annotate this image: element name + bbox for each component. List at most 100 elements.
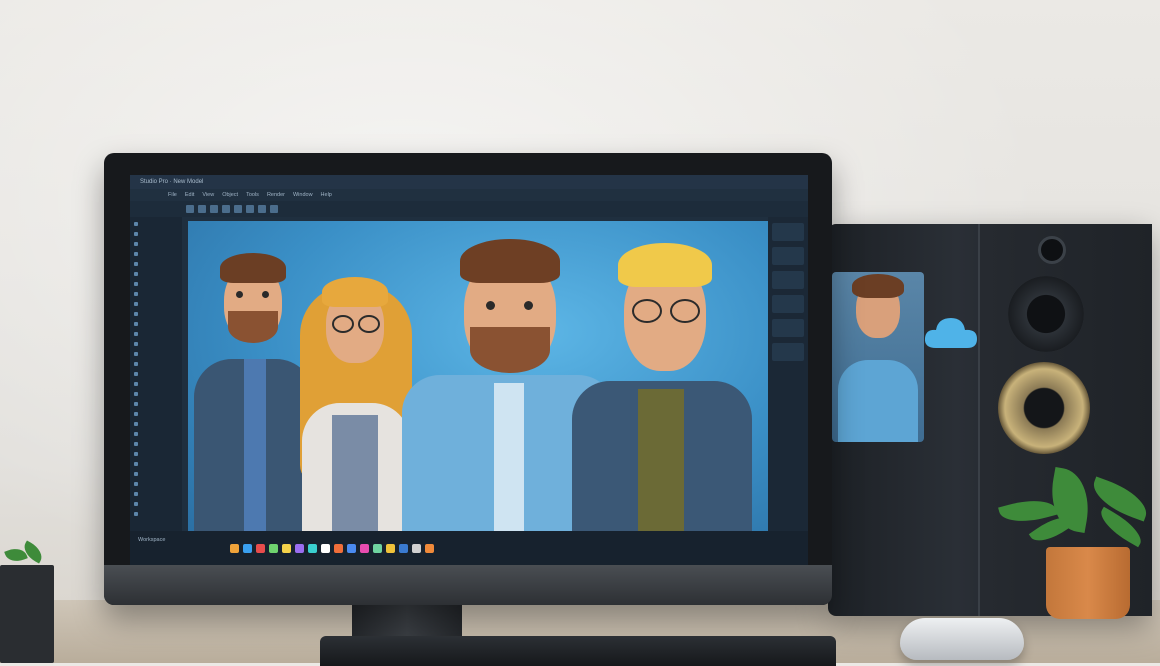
panel-item[interactable] bbox=[134, 239, 178, 249]
taskbar-app-icon[interactable] bbox=[386, 543, 395, 553]
panel-item[interactable] bbox=[134, 399, 178, 409]
panel-item-icon bbox=[134, 292, 138, 296]
taskbar-app-icon[interactable] bbox=[347, 543, 356, 553]
panel-item[interactable] bbox=[134, 299, 178, 309]
taskbar-app-icon[interactable] bbox=[256, 543, 265, 553]
panel-item[interactable] bbox=[134, 499, 178, 509]
panel-item[interactable] bbox=[134, 479, 178, 489]
panel-block[interactable] bbox=[772, 343, 804, 361]
panel-item[interactable] bbox=[134, 489, 178, 499]
panel-item[interactable] bbox=[134, 289, 178, 299]
monitor: Studio Pro · New Model File Edit View Ob… bbox=[104, 153, 832, 605]
sticker-body bbox=[838, 360, 918, 442]
panel-item[interactable] bbox=[134, 329, 178, 339]
panel-item[interactable] bbox=[134, 259, 178, 269]
panel-item[interactable] bbox=[134, 269, 178, 279]
panel-item[interactable] bbox=[134, 229, 178, 239]
right-panel bbox=[768, 217, 808, 555]
taskbar-app-icon[interactable] bbox=[373, 543, 382, 553]
panel-item[interactable] bbox=[134, 379, 178, 389]
tool-button[interactable] bbox=[234, 205, 242, 213]
taskbar-app-icon[interactable] bbox=[399, 543, 408, 553]
panel-item[interactable] bbox=[134, 369, 178, 379]
menu-item[interactable]: Window bbox=[293, 189, 313, 201]
panel-item-icon bbox=[134, 352, 138, 356]
panel-item-icon bbox=[134, 262, 138, 266]
taskbar bbox=[130, 531, 808, 565]
panel-item-icon bbox=[134, 382, 138, 386]
render-canvas[interactable] bbox=[188, 221, 768, 537]
menu-item[interactable]: Help bbox=[321, 189, 332, 201]
menu-item[interactable]: Tools bbox=[246, 189, 259, 201]
glasses-icon bbox=[358, 315, 380, 333]
avatar-shirt bbox=[244, 359, 266, 537]
taskbar-app-icon[interactable] bbox=[295, 543, 304, 553]
panel-block[interactable] bbox=[772, 247, 804, 265]
taskbar-app-icon[interactable] bbox=[230, 543, 239, 553]
panel-item[interactable] bbox=[134, 429, 178, 439]
panel-item-icon bbox=[134, 492, 138, 496]
panel-item[interactable] bbox=[134, 419, 178, 429]
panel-item[interactable] bbox=[134, 249, 178, 259]
taskbar-app-icon[interactable] bbox=[425, 543, 434, 553]
panel-item[interactable] bbox=[134, 309, 178, 319]
panel-item[interactable] bbox=[134, 459, 178, 469]
taskbar-app-icon[interactable] bbox=[308, 543, 317, 553]
avatar-beard bbox=[228, 311, 278, 343]
panel-item[interactable] bbox=[134, 219, 178, 229]
tool-button[interactable] bbox=[198, 205, 206, 213]
tool-button[interactable] bbox=[210, 205, 218, 213]
panel-item[interactable] bbox=[134, 349, 178, 359]
menu-item[interactable]: File bbox=[168, 189, 177, 201]
panel-block[interactable] bbox=[772, 319, 804, 337]
panel-block[interactable] bbox=[772, 223, 804, 241]
taskbar-app-icon[interactable] bbox=[282, 543, 291, 553]
panel-item-icon bbox=[134, 322, 138, 326]
panel-block[interactable] bbox=[772, 295, 804, 313]
small-plant-pot bbox=[0, 565, 54, 663]
toolbar bbox=[130, 201, 808, 217]
panel-item[interactable] bbox=[134, 279, 178, 289]
panel-item-icon bbox=[134, 502, 138, 506]
panel-item-icon bbox=[134, 282, 138, 286]
avatar-eye bbox=[236, 291, 243, 298]
tool-button[interactable] bbox=[186, 205, 194, 213]
tool-button[interactable] bbox=[270, 205, 278, 213]
taskbar-app-icon[interactable] bbox=[334, 543, 343, 553]
panel-block[interactable] bbox=[772, 271, 804, 289]
panel-item[interactable] bbox=[134, 449, 178, 459]
taskbar-app-icon[interactable] bbox=[269, 543, 278, 553]
speaker-woofer bbox=[998, 362, 1090, 454]
avatar-eye bbox=[486, 301, 495, 310]
panel-item[interactable] bbox=[134, 409, 178, 419]
taskbar-app-icon[interactable] bbox=[321, 543, 330, 553]
panel-item[interactable] bbox=[134, 359, 178, 369]
panel-item[interactable] bbox=[134, 509, 178, 519]
panel-item-icon bbox=[134, 452, 138, 456]
tool-button[interactable] bbox=[258, 205, 266, 213]
panel-item[interactable] bbox=[134, 469, 178, 479]
panel-item[interactable] bbox=[134, 339, 178, 349]
taskbar-app-icon[interactable] bbox=[412, 543, 421, 553]
portrait-sticker bbox=[832, 272, 924, 442]
panel-item-icon bbox=[134, 302, 138, 306]
mouse bbox=[900, 618, 1024, 660]
taskbar-app-icon[interactable] bbox=[360, 543, 369, 553]
panel-item[interactable] bbox=[134, 439, 178, 449]
tool-button[interactable] bbox=[222, 205, 230, 213]
panel-item[interactable] bbox=[134, 389, 178, 399]
menu-item[interactable]: Object bbox=[222, 189, 238, 201]
menu-item[interactable]: Edit bbox=[185, 189, 194, 201]
tool-button[interactable] bbox=[246, 205, 254, 213]
taskbar-app-icon[interactable] bbox=[243, 543, 252, 553]
monitor-screen[interactable]: Studio Pro · New Model File Edit View Ob… bbox=[130, 175, 808, 565]
panel-item-icon bbox=[134, 432, 138, 436]
panel-item-icon bbox=[134, 312, 138, 316]
menu-item[interactable]: Render bbox=[267, 189, 285, 201]
cloud-icon bbox=[924, 318, 977, 348]
panel-item-icon bbox=[134, 422, 138, 426]
panel-item-icon bbox=[134, 332, 138, 336]
monitor-chin bbox=[104, 565, 832, 605]
menu-item[interactable]: View bbox=[202, 189, 214, 201]
panel-item[interactable] bbox=[134, 319, 178, 329]
